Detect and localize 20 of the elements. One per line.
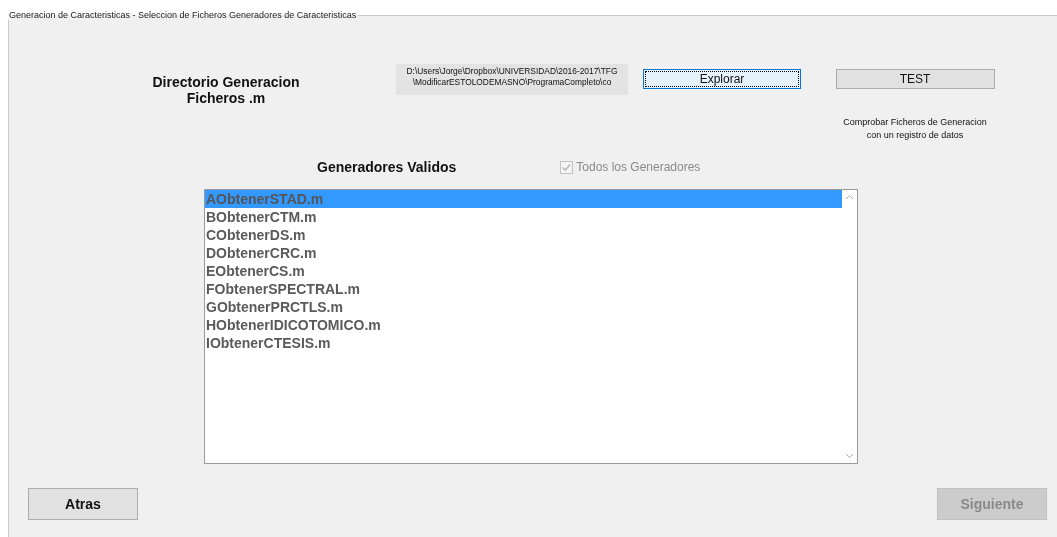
test-note: Comprobar Ficheros de Generacion con un registro de datos bbox=[842, 116, 988, 142]
list-item[interactable]: DObtenerCRC.m bbox=[205, 244, 842, 262]
list-item[interactable]: IObtenerCTESIS.m bbox=[205, 334, 842, 352]
list-item[interactable]: FObtenerSPECTRAL.m bbox=[205, 280, 842, 298]
generators-title: Generadores Validos bbox=[317, 159, 457, 175]
generators-listbox[interactable]: AObtenerSTAD.m BObtenerCTM.m CObtenerDS.m DObtenerCRC.m EObtenerCS.m FObtenerSPECTRAL.m GObtenerPRCTLS.m HObtenerIDICOTOMICO.m IObtenerCTESIS.m bbox=[204, 189, 858, 464]
test-button[interactable]: TEST bbox=[835, 69, 995, 89]
list-item[interactable]: BObtenerCTM.m bbox=[205, 208, 842, 226]
directory-label: Directorio Generacion Ficheros .m bbox=[151, 74, 301, 106]
list-item[interactable]: GObtenerPRCTLS.m bbox=[205, 298, 842, 316]
scroll-up-icon[interactable] bbox=[845, 194, 854, 200]
list-item[interactable]: CObtenerDS.m bbox=[205, 226, 842, 244]
check-icon bbox=[561, 161, 573, 173]
explore-button[interactable]: Explorar bbox=[643, 69, 801, 89]
list-item[interactable]: HObtenerIDICOTOMICO.m bbox=[205, 316, 842, 334]
panel-title: Generacion de Caracteristicas - Seleccion de Ficheros Generadores de Caracteristicas bbox=[8, 10, 358, 20]
scroll-down-icon[interactable] bbox=[845, 453, 854, 459]
back-button[interactable]: Atras bbox=[28, 488, 138, 520]
list-item[interactable]: EObtenerCS.m bbox=[205, 262, 842, 280]
path-display: D:\Users\Jorge\Dropbox\UNIVERSIDAD\2016-2017\TFG\ModificarESTOLODEMASNO\ProgramaCompleto\co bbox=[396, 64, 628, 95]
